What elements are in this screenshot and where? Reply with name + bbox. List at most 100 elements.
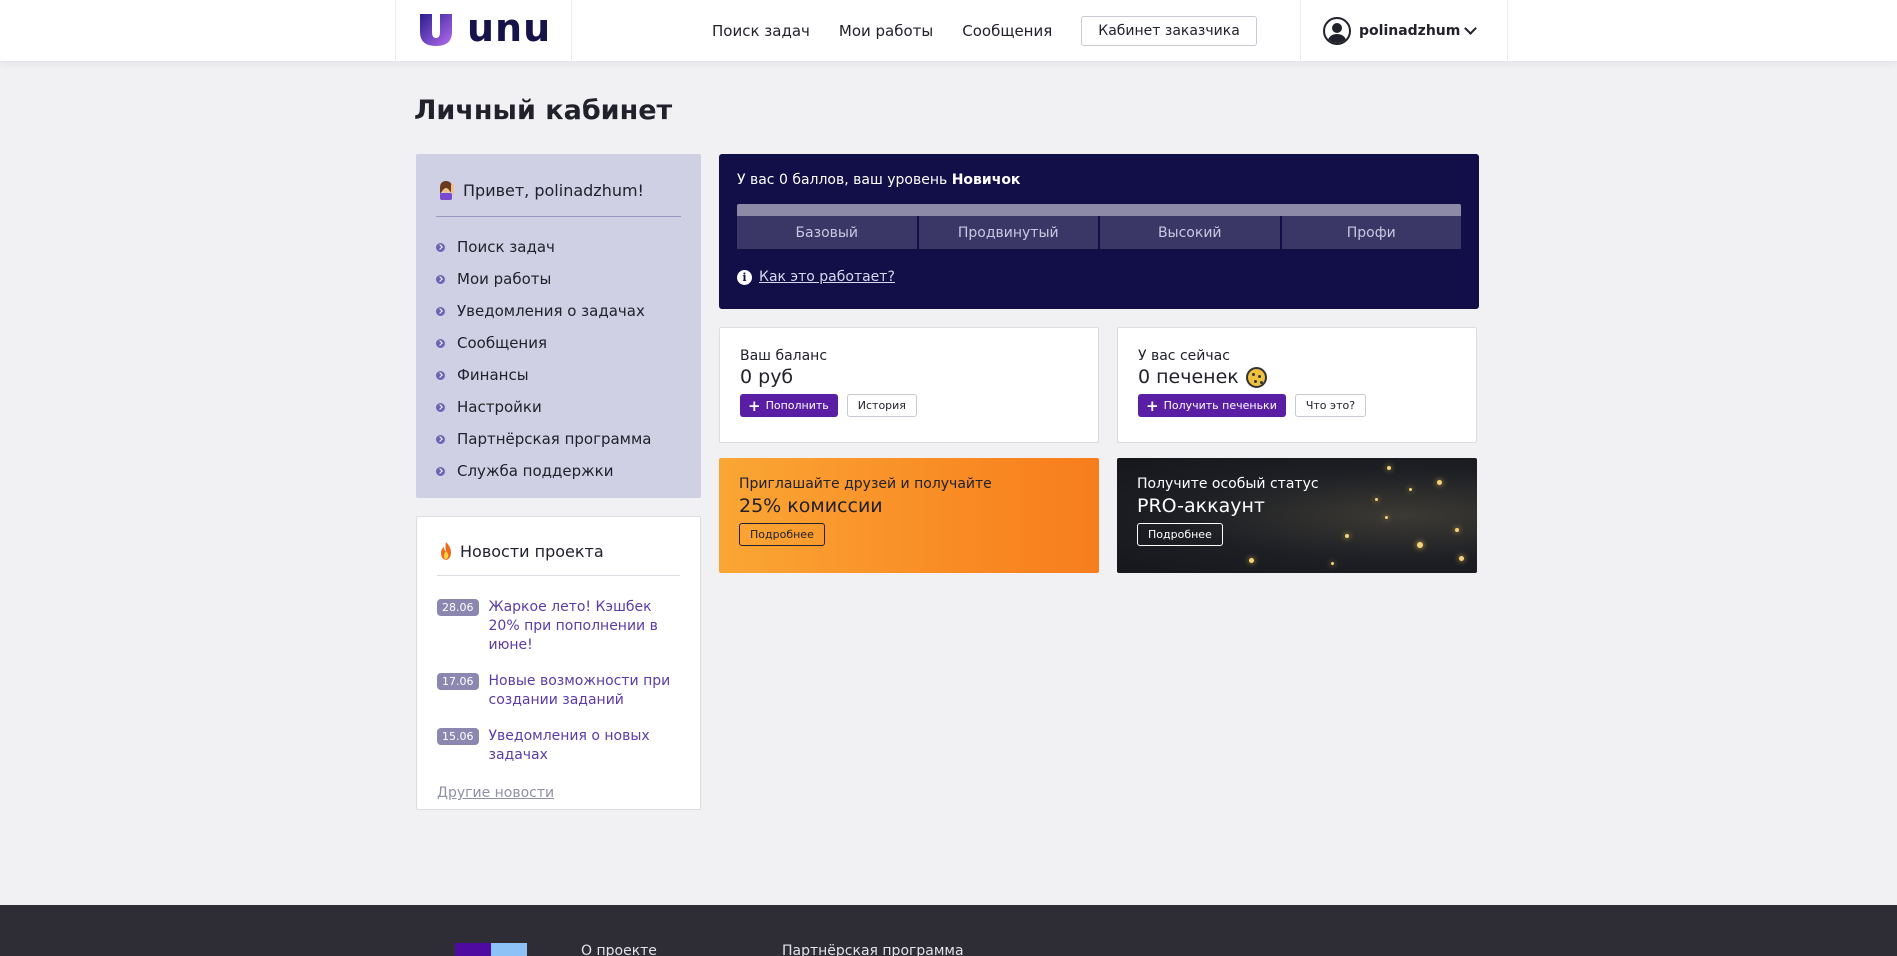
person-raising-hand-icon — [440, 181, 454, 200]
level-basic: Базовый — [737, 216, 919, 249]
level-segments: Базовый Продвинутый Высокий Профи — [737, 216, 1461, 249]
greeting: Привет, polinadzhum! — [436, 174, 681, 206]
nav-search-tasks[interactable]: Поиск задач — [712, 22, 810, 40]
news-title-text: Новости проекта — [460, 541, 604, 561]
top-header: unu Поиск задач Мои работы Сообщения Каб… — [0, 0, 1897, 62]
level-high: Высокий — [1100, 216, 1282, 249]
sparkle-decoration — [1459, 556, 1464, 561]
sidebar-item-finances[interactable]: Финансы — [436, 359, 681, 391]
balance-card: Ваш баланс 0 руб + Пополнить История — [719, 327, 1099, 443]
plus-icon: + — [1146, 396, 1159, 415]
balance-label: Ваш баланс — [740, 348, 828, 364]
sidebar: Привет, polinadzhum! Поиск задач Мои раб… — [416, 154, 701, 498]
cookies-card: У вас сейчас 0 печенек + Получить печеньк… — [1117, 327, 1477, 443]
balance-value: 0 руб — [740, 366, 1078, 388]
get-cookies-button[interactable]: + Получить печеньки — [1138, 394, 1286, 417]
sparkle-decoration — [1331, 562, 1334, 565]
sidebar-item-messages[interactable]: Сообщения — [436, 327, 681, 359]
plus-icon: + — [748, 396, 761, 415]
sparkle-decoration — [1249, 558, 1254, 563]
nav-my-works[interactable]: Мои работы — [839, 22, 933, 40]
footer: О проекте Партнёрская программа — [0, 905, 1897, 956]
footer-logo[interactable] — [455, 943, 527, 956]
pro-more-button[interactable]: Подробнее — [1137, 523, 1223, 546]
invite-promo-banner: Приглашайте друзей и получайте 25% комис… — [719, 458, 1099, 573]
date-badge: 15.06 — [437, 728, 479, 745]
level-progress-bar — [737, 204, 1461, 216]
nav-messages[interactable]: Сообщения — [962, 22, 1052, 40]
sidebar-item-label: Партнёрская программа — [457, 430, 652, 448]
sidebar-item-settings[interactable]: Настройки — [436, 391, 681, 423]
news-item: 15.06 Уведомления о новых задачах — [437, 727, 680, 765]
arrow-bullet-icon — [436, 466, 445, 476]
divider — [436, 216, 681, 217]
sparkle-decoration — [1345, 534, 1349, 538]
username: polinadzhum — [1359, 23, 1461, 39]
avatar-icon — [1323, 17, 1351, 45]
sparkle-decoration — [1387, 466, 1391, 470]
level-name: Новичок — [951, 172, 1021, 188]
how-it-works-link[interactable]: Как это работает? — [759, 269, 895, 285]
news-item: 17.06 Новые возможности при создании зад… — [437, 672, 680, 710]
history-button[interactable]: История — [846, 394, 917, 417]
cookie-icon — [1245, 366, 1267, 388]
greeting-text: Привет, polinadzhum! — [463, 180, 644, 200]
sparkle-decoration — [1455, 528, 1459, 532]
arrow-bullet-icon — [436, 370, 445, 380]
main-nav: Поиск задач Мои работы Сообщения Кабинет… — [712, 0, 1286, 62]
invite-more-button[interactable]: Подробнее — [739, 523, 825, 546]
news-item: 28.06 Жаркое лето! Кэшбек 20% при пополн… — [437, 598, 680, 655]
date-badge: 17.06 — [437, 673, 479, 690]
topup-label: Пополнить — [765, 399, 829, 412]
level-text: У вас 0 баллов, ваш уровень — [737, 172, 948, 188]
cookies-value: 0 печенек — [1138, 366, 1456, 388]
arrow-bullet-icon — [436, 306, 445, 316]
user-menu[interactable]: polinadzhum — [1300, 0, 1508, 62]
level-pro: Профи — [1281, 216, 1461, 249]
balance-amount: 0 руб — [740, 366, 794, 388]
arrow-bullet-icon — [436, 274, 445, 284]
pro-promo-banner: Получите особый статус PRO-аккаунт Подро… — [1117, 458, 1477, 573]
sidebar-item-my-works[interactable]: Мои работы — [436, 263, 681, 295]
chevron-down-icon — [1464, 22, 1478, 35]
promo-subtitle: Получите особый статус — [1137, 476, 1319, 492]
fire-icon — [441, 542, 451, 560]
page-title: Личный кабинет — [414, 95, 673, 126]
cookies-label: У вас сейчас — [1138, 348, 1230, 364]
sidebar-item-task-notifications[interactable]: Уведомления о задачах — [436, 295, 681, 327]
news-link[interactable]: Жаркое лето! Кэшбек 20% при пополнении в… — [489, 598, 681, 655]
sparkle-decoration — [1417, 542, 1423, 548]
date-badge: 28.06 — [437, 599, 479, 616]
sidebar-item-support[interactable]: Служба поддержки — [436, 455, 681, 487]
sidebar-item-partner-program[interactable]: Партнёрская программа — [436, 423, 681, 455]
topup-button[interactable]: + Пополнить — [740, 394, 838, 417]
sidebar-item-search-tasks[interactable]: Поиск задач — [436, 231, 681, 263]
cookies-amount: 0 печенек — [1138, 366, 1239, 388]
footer-link-about[interactable]: О проекте — [581, 943, 657, 956]
get-cookies-label: Получить печеньки — [1163, 399, 1277, 412]
level-status: У вас 0 баллов, ваш уровень Новичок — [737, 172, 1461, 188]
news-link[interactable]: Уведомления о новых задачах — [489, 727, 681, 765]
how-it-works[interactable]: i Как это работает? — [737, 269, 1461, 285]
sidebar-item-label: Сообщения — [457, 334, 548, 352]
logo-text: unu — [467, 6, 552, 50]
arrow-bullet-icon — [436, 338, 445, 348]
what-is-this-button[interactable]: Что это? — [1294, 394, 1367, 417]
logo[interactable]: unu — [395, 0, 572, 62]
news-title: Новости проекта — [437, 537, 680, 565]
level-advanced: Продвинутый — [918, 216, 1100, 249]
promo-headline: PRO-аккаунт — [1137, 495, 1265, 517]
news-link[interactable]: Новые возможности при создании заданий — [489, 672, 681, 710]
logo-mark-icon — [420, 14, 452, 46]
promo-subtitle: Приглашайте друзей и получайте — [739, 476, 992, 492]
arrow-bullet-icon — [436, 242, 445, 252]
sidebar-item-label: Поиск задач — [457, 238, 555, 256]
sidebar-item-label: Уведомления о задачах — [457, 302, 645, 320]
sidebar-item-label: Мои работы — [457, 270, 552, 288]
arrow-bullet-icon — [436, 434, 445, 444]
customer-cabinet-button[interactable]: Кабинет заказчика — [1081, 16, 1257, 46]
other-news-link[interactable]: Другие новости — [437, 785, 554, 801]
footer-link-partner-program[interactable]: Партнёрская программа — [782, 943, 964, 956]
promo-headline: 25% комиссии — [739, 495, 883, 517]
sidebar-item-label: Настройки — [457, 398, 542, 416]
